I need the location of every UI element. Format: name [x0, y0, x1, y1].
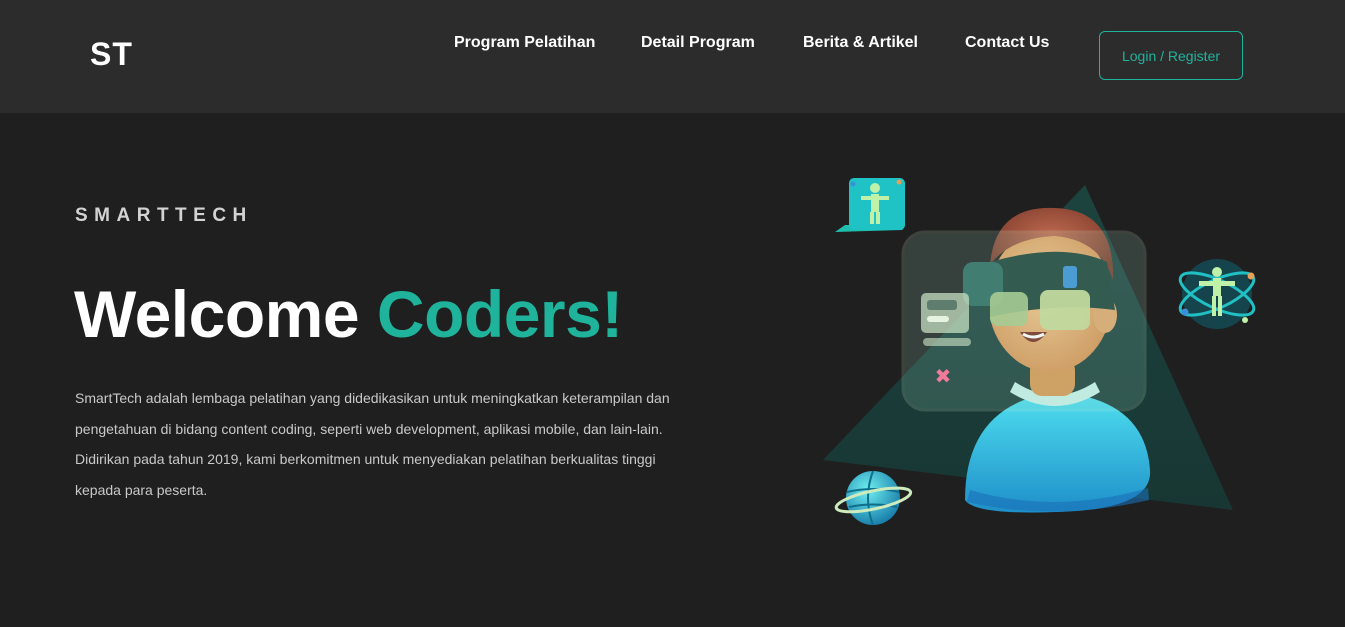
hero-eyebrow: SMARTTECH: [75, 205, 253, 226]
vitruvian-atom-icon: [1178, 259, 1256, 329]
headline-text: Welcome: [74, 277, 377, 351]
hero-description: SmartTech adalah lembaga pelatihan yang …: [75, 390, 670, 498]
svg-text:✖: ✖: [935, 364, 952, 388]
nav-link-contact-us[interactable]: Contact Us: [965, 34, 1049, 52]
nav-link-berita-artikel[interactable]: Berita & Artikel: [803, 34, 918, 52]
nav-link-detail-program[interactable]: Detail Program: [641, 34, 755, 52]
logo[interactable]: ST: [90, 36, 133, 73]
hero-headline: Welcome Coders!: [74, 276, 623, 352]
planet-icon: [834, 470, 913, 526]
vr-headset-person-illustration: ✖: [815, 170, 1265, 540]
hologram-screen-icon: [835, 178, 905, 232]
login-register-button[interactable]: Login / Register: [1099, 31, 1243, 80]
nav-link-program-pelatihan[interactable]: Program Pelatihan: [454, 34, 595, 52]
headline-accent-text: Coders!: [376, 277, 623, 351]
navbar: ST Program Pelatihan Detail Program Beri…: [0, 0, 1345, 113]
